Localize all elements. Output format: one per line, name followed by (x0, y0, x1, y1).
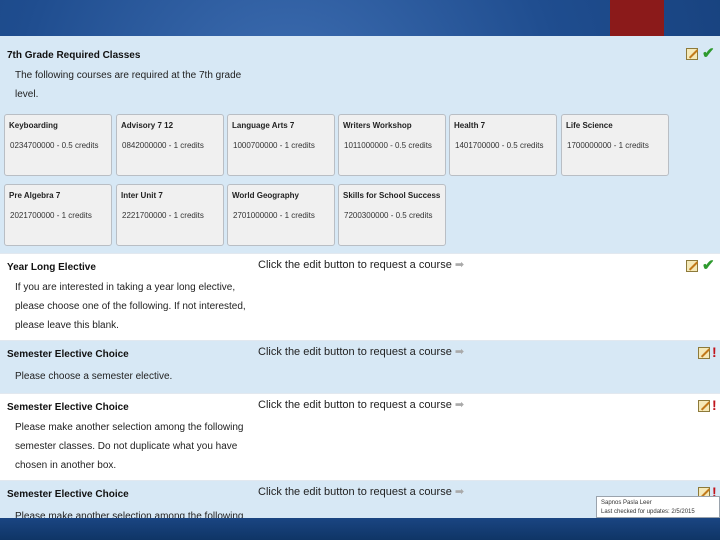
description-line: chosen in another box. (15, 460, 117, 471)
course-request-screen: 7th Grade Required Classes The following… (0, 36, 720, 518)
course-code: 1700000000 - 1 credits (567, 141, 649, 150)
course-card: Inter Unit 7 2221700000 - 1 credits (116, 184, 224, 246)
course-card: Keyboarding 0234700000 - 0.5 credits (4, 114, 112, 176)
update-status-box: Sapnos Pasla Leer Last checked for updat… (596, 496, 720, 518)
section-title: Semester Elective Choice (7, 402, 129, 413)
prompt-text: Click the edit button to request a cours… (258, 399, 452, 411)
pencil-edit-icon[interactable] (698, 400, 710, 412)
course-code: 2701000000 - 1 credits (233, 211, 315, 220)
course-name: Pre Algebra 7 (9, 191, 61, 200)
course-card: Skills for School Success 7200300000 - 0… (338, 184, 446, 246)
semester-elective-section: Semester Elective Choice Click the edit … (0, 394, 720, 481)
description-line: level. (15, 89, 39, 100)
right-arrow-icon: ➡ (454, 399, 465, 411)
pencil-edit-icon[interactable] (686, 260, 698, 272)
semester-elective-section: Semester Elective Choice Click the edit … (0, 341, 720, 394)
right-arrow-icon: ➡ (454, 486, 465, 498)
request-course-prompt[interactable]: Click the edit button to request a cours… (258, 398, 464, 411)
right-arrow-icon: ➡ (454, 259, 465, 271)
slide-accent-block (610, 0, 664, 36)
course-name: Life Science (566, 121, 613, 130)
prompt-text: Click the edit button to request a cours… (258, 346, 452, 358)
description-line: Please make another selection among the … (15, 511, 244, 518)
description-line: The following courses are required at th… (15, 70, 242, 81)
course-code: 1000700000 - 1 credits (233, 141, 315, 150)
right-arrow-icon: ➡ (454, 346, 465, 358)
section-title: 7th Grade Required Classes (7, 50, 141, 61)
prompt-text: Click the edit button to request a cours… (258, 486, 452, 498)
required-classes-section: 7th Grade Required Classes The following… (0, 36, 720, 254)
section-description: If you are interested in taking a year l… (15, 278, 246, 335)
course-code: 0234700000 - 0.5 credits (10, 141, 99, 150)
course-card: Health 7 1401700000 - 0.5 credits (449, 114, 557, 176)
description-line: please choose one of the following. If n… (15, 301, 246, 312)
description-line: Please make another selection among the … (15, 422, 244, 433)
request-course-prompt[interactable]: Click the edit button to request a cours… (258, 485, 464, 498)
request-course-prompt[interactable]: Click the edit button to request a cours… (258, 345, 464, 358)
description-line: please leave this blank. (15, 320, 119, 331)
section-title: Year Long Elective (7, 262, 96, 273)
course-code: 2021700000 - 1 credits (10, 211, 92, 220)
pencil-edit-icon[interactable] (698, 347, 710, 359)
section-description: Please choose a semester elective. (15, 367, 172, 386)
course-card: Writers Workshop 1011000000 - 0.5 credit… (338, 114, 446, 176)
section-description: The following courses are required at th… (15, 66, 241, 104)
course-card: Life Science 1700000000 - 1 credits (561, 114, 669, 176)
course-card: Language Arts 7 1000700000 - 1 credits (227, 114, 335, 176)
course-name: Health 7 (454, 121, 486, 130)
course-name: Skills for School Success (343, 191, 441, 200)
course-name: Inter Unit 7 (121, 191, 163, 200)
course-name: Writers Workshop (343, 121, 412, 130)
section-title: Semester Elective Choice (7, 349, 129, 360)
course-code: 7200300000 - 0.5 credits (344, 211, 433, 220)
green-check-icon: ✔ (702, 257, 715, 274)
request-course-prompt[interactable]: Click the edit button to request a cours… (258, 258, 464, 271)
course-card: World Geography 2701000000 - 1 credits (227, 184, 335, 246)
red-exclamation-icon: ! (712, 397, 717, 413)
course-code: 1401700000 - 0.5 credits (455, 141, 544, 150)
course-name: Keyboarding (9, 121, 58, 130)
green-check-icon: ✔ (702, 45, 715, 62)
description-line: semester classes. Do not duplicate what … (15, 441, 238, 452)
description-line: If you are interested in taking a year l… (15, 282, 236, 293)
description-line: Please choose a semester elective. (15, 371, 173, 382)
course-code: 2221700000 - 1 credits (122, 211, 204, 220)
prompt-text: Click the edit button to request a cours… (258, 259, 452, 271)
section-description: Please make another selection among the … (15, 418, 243, 475)
course-code: 0842000000 - 1 credits (122, 141, 204, 150)
course-name: Language Arts 7 (232, 121, 295, 130)
course-name: Advisory 7 12 (121, 121, 174, 130)
red-exclamation-icon: ! (712, 344, 717, 360)
status-user: Sapnos Pasla Leer (601, 500, 652, 506)
section-description: Please make another selection among the … (15, 507, 243, 518)
course-name: World Geography (232, 191, 299, 200)
year-long-elective-section: Year Long Elective Click the edit button… (0, 254, 720, 341)
course-card: Advisory 7 12 0842000000 - 1 credits (116, 114, 224, 176)
section-title: Semester Elective Choice (7, 489, 129, 500)
course-card: Pre Algebra 7 2021700000 - 1 credits (4, 184, 112, 246)
slide-bottom-bar (0, 518, 720, 540)
pencil-edit-icon[interactable] (686, 48, 698, 60)
status-last-checked: Last checked for updates: 2/5/2015 (601, 509, 695, 515)
course-code: 1011000000 - 0.5 credits (344, 141, 432, 150)
